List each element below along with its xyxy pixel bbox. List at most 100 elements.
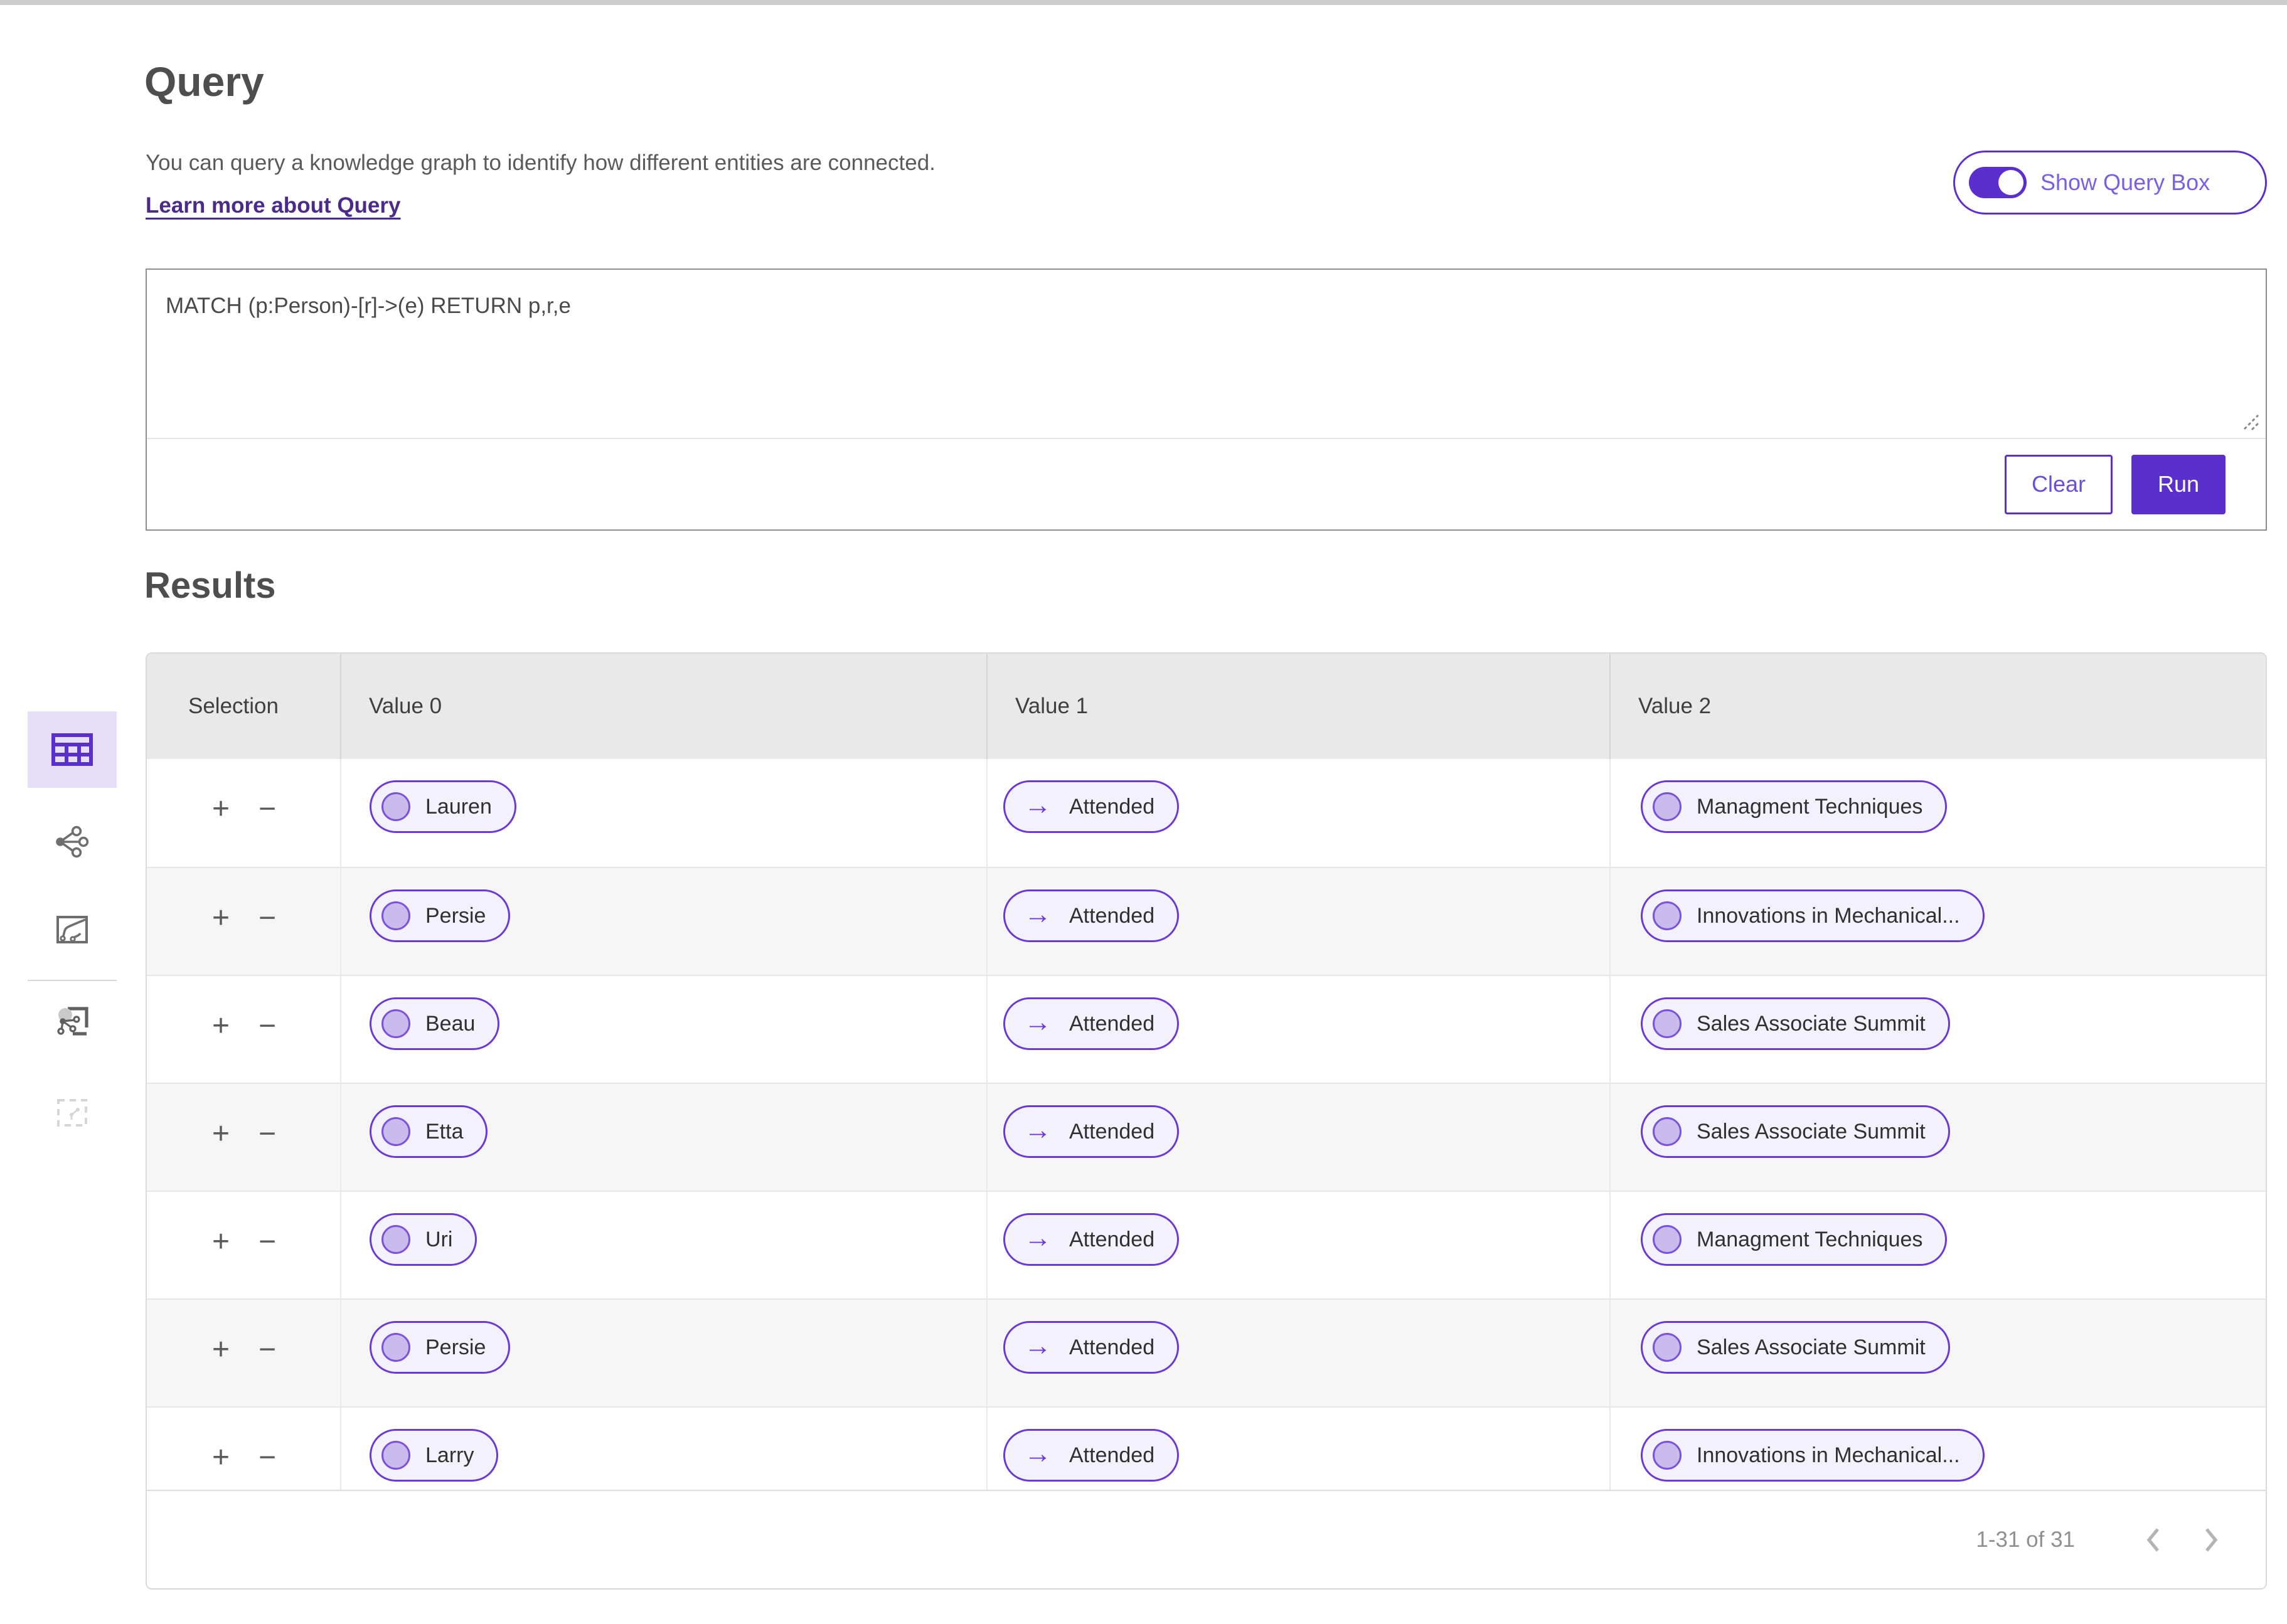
relation-pill[interactable]: → Attended xyxy=(1003,1213,1179,1266)
node-icon xyxy=(1653,1117,1682,1146)
relation-arrow-icon: → xyxy=(1024,901,1052,928)
value2-cell: Sales Associate Summit xyxy=(1609,1084,2266,1191)
relation-pill[interactable]: → Attended xyxy=(1003,1321,1179,1374)
sidebar-item-selection-view-disabled xyxy=(28,1088,117,1138)
relation-label: Attended xyxy=(1069,1120,1154,1144)
remove-from-selection-button[interactable]: − xyxy=(259,1119,276,1191)
results-view-sidebar xyxy=(28,711,117,1150)
pagination-prev-button[interactable] xyxy=(2144,1526,2163,1554)
node-icon xyxy=(381,1117,410,1146)
entity-label: Lauren xyxy=(425,795,492,819)
entity-label: Etta xyxy=(425,1120,463,1144)
relation-arrow-icon: → xyxy=(1024,1224,1052,1252)
entity-pill[interactable]: Persie xyxy=(370,889,510,942)
entity-label: Persie xyxy=(425,904,486,928)
value1-cell: → Attended xyxy=(986,1408,1609,1490)
network-view-icon xyxy=(55,825,90,858)
entity-pill[interactable]: Etta xyxy=(370,1105,488,1158)
value1-cell: → Attended xyxy=(986,1300,1609,1406)
value1-cell: → Attended xyxy=(986,759,1609,867)
table-body: + − Lauren → Attended Managment Techniqu… xyxy=(147,759,2266,1490)
relation-pill[interactable]: → Attended xyxy=(1003,889,1179,942)
remove-from-selection-button[interactable]: − xyxy=(259,1335,276,1406)
relation-arrow-icon: → xyxy=(1024,1440,1052,1468)
resize-grip-icon[interactable] xyxy=(2241,411,2262,433)
table-header-row: Selection Value 0 Value 1 Value 2 xyxy=(147,654,2266,759)
table-row: + − Persie → Attended Sales Associate Su… xyxy=(147,1298,2266,1406)
learn-more-link[interactable]: Learn more about Query xyxy=(146,193,400,218)
add-to-selection-button[interactable]: + xyxy=(212,1011,230,1083)
pagination-next-button[interactable] xyxy=(2202,1526,2220,1554)
sidebar-item-table-view[interactable] xyxy=(28,711,117,788)
selection-cell: + − xyxy=(147,759,340,867)
show-query-box-toggle[interactable]: Show Query Box xyxy=(1953,151,2267,215)
value0-cell: Persie xyxy=(340,868,986,975)
entity-pill[interactable]: Uri xyxy=(370,1213,477,1266)
remove-from-selection-button[interactable]: − xyxy=(259,1227,276,1298)
value2-cell: Managment Techniques xyxy=(1609,759,2266,867)
entity-label: Larry xyxy=(425,1443,474,1468)
add-to-selection-button[interactable]: + xyxy=(212,1227,230,1298)
sidebar-item-network-view[interactable] xyxy=(28,817,117,867)
node-icon xyxy=(1653,1441,1682,1470)
query-input[interactable]: MATCH (p:Person)-[r]->(e) RETURN p,r,e xyxy=(147,270,2266,438)
selection-cell: + − xyxy=(147,1084,340,1191)
entity-pill[interactable]: Sales Associate Summit xyxy=(1641,1105,1950,1158)
relation-label: Attended xyxy=(1069,1228,1154,1252)
value0-cell: Beau xyxy=(340,976,986,1083)
relation-pill[interactable]: → Attended xyxy=(1003,780,1179,833)
selection-cell: + − xyxy=(147,868,340,975)
results-table: Selection Value 0 Value 1 Value 2 + − La… xyxy=(146,652,2267,1590)
table-view-icon xyxy=(51,733,93,766)
relation-arrow-icon: → xyxy=(1024,1009,1052,1036)
add-to-selection-button[interactable]: + xyxy=(212,1443,230,1490)
run-button[interactable]: Run xyxy=(2131,455,2226,514)
relation-pill[interactable]: → Attended xyxy=(1003,1105,1179,1158)
entity-pill[interactable]: Sales Associate Summit xyxy=(1641,1321,1950,1374)
add-to-selection-button[interactable]: + xyxy=(212,1335,230,1406)
add-to-selection-button[interactable]: + xyxy=(212,794,230,867)
table-row: + − Etta → Attended Sales Associate Summ… xyxy=(147,1083,2266,1191)
selection-cell: + − xyxy=(147,1192,340,1298)
node-icon xyxy=(1653,1333,1682,1362)
sidebar-divider xyxy=(28,980,117,981)
sidebar-item-network-canvas[interactable] xyxy=(28,997,117,1047)
page-description: You can query a knowledge graph to ident… xyxy=(146,151,936,176)
value0-cell: Larry xyxy=(340,1408,986,1490)
remove-from-selection-button[interactable]: − xyxy=(259,1011,276,1083)
entity-pill[interactable]: Managment Techniques xyxy=(1641,780,1947,833)
entity-pill[interactable]: Lauren xyxy=(370,780,516,833)
selection-cell: + − xyxy=(147,1300,340,1406)
relation-label: Attended xyxy=(1069,904,1154,928)
top-divider xyxy=(0,0,2287,5)
node-icon xyxy=(381,1009,410,1038)
relation-pill[interactable]: → Attended xyxy=(1003,1429,1179,1482)
relation-label: Attended xyxy=(1069,1443,1154,1468)
entity-pill[interactable]: Managment Techniques xyxy=(1641,1213,1947,1266)
table-row: + − Uri → Attended Managment Techniques xyxy=(147,1191,2266,1298)
add-to-selection-button[interactable]: + xyxy=(212,1119,230,1191)
node-icon xyxy=(1653,901,1682,930)
relation-label: Attended xyxy=(1069,1012,1154,1036)
entity-pill[interactable]: Innovations in Mechanical... xyxy=(1641,1429,1985,1482)
value1-cell: → Attended xyxy=(986,976,1609,1083)
query-box: MATCH (p:Person)-[r]->(e) RETURN p,r,e C… xyxy=(146,268,2267,531)
node-icon xyxy=(381,1225,410,1254)
toggle-switch-icon[interactable] xyxy=(1969,167,2027,198)
sidebar-item-map-view[interactable] xyxy=(28,905,117,955)
clear-button[interactable]: Clear xyxy=(2005,455,2113,514)
remove-from-selection-button[interactable]: − xyxy=(259,1443,276,1490)
remove-from-selection-button[interactable]: − xyxy=(259,794,276,867)
remove-from-selection-button[interactable]: − xyxy=(259,903,276,975)
entity-pill[interactable]: Beau xyxy=(370,997,499,1050)
entity-label: Innovations in Mechanical... xyxy=(1697,904,1960,928)
relation-pill[interactable]: → Attended xyxy=(1003,997,1179,1050)
selection-cell: + − xyxy=(147,1408,340,1490)
node-icon xyxy=(1653,1225,1682,1254)
table-row: + − Beau → Attended Sales Associate Summ… xyxy=(147,975,2266,1083)
entity-pill[interactable]: Persie xyxy=(370,1321,510,1374)
entity-pill[interactable]: Sales Associate Summit xyxy=(1641,997,1950,1050)
entity-pill[interactable]: Innovations in Mechanical... xyxy=(1641,889,1985,942)
add-to-selection-button[interactable]: + xyxy=(212,903,230,975)
entity-pill[interactable]: Larry xyxy=(370,1429,498,1482)
